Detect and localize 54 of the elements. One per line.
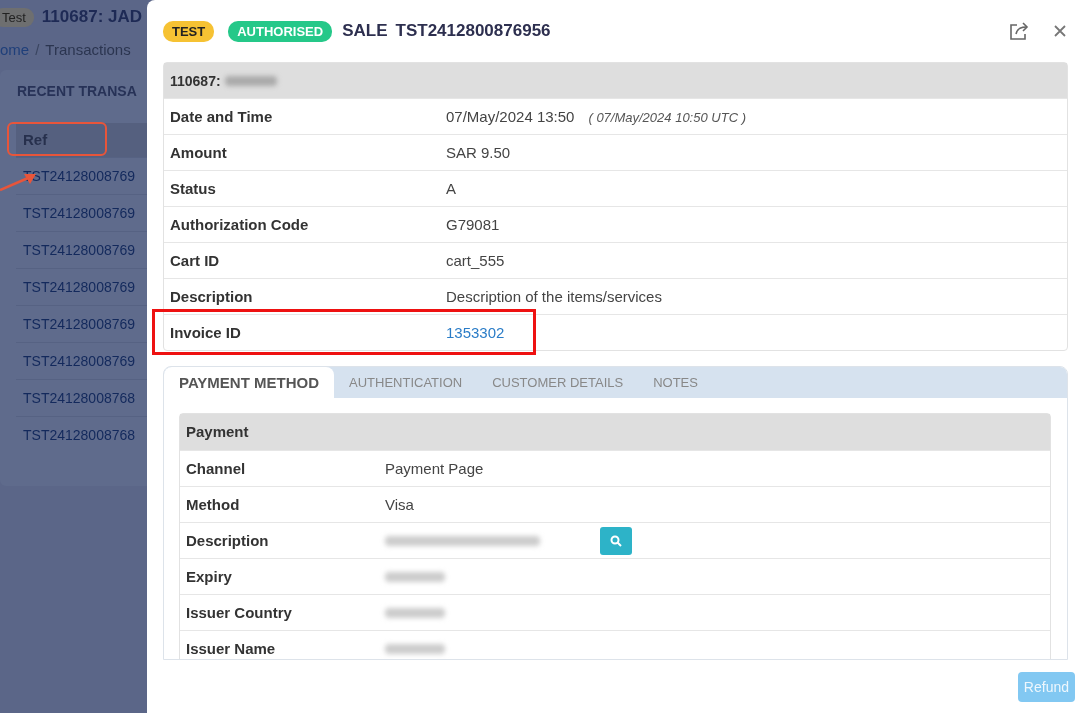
- ref-link[interactable]: TST24128008769: [23, 279, 136, 295]
- tab[interactable]: NOTES: [638, 367, 713, 398]
- tab[interactable]: PAYMENT METHOD: [164, 367, 334, 398]
- field-value: Visa: [385, 496, 414, 513]
- utc-note: ( 07/May/2024 10:50 UTC ): [588, 110, 746, 125]
- ref-link[interactable]: TST24128008768: [23, 390, 136, 406]
- status-badge: AUTHORISED: [228, 20, 333, 42]
- table-header: 110687:: [170, 72, 221, 89]
- field-label: Invoice ID: [169, 324, 242, 341]
- field-value: Description of the items/services: [446, 288, 662, 305]
- invoice-link[interactable]: 1353302: [446, 324, 505, 341]
- search-button[interactable]: [600, 526, 632, 555]
- field-label: Description: [169, 288, 254, 305]
- redacted-text: [385, 571, 445, 582]
- section-title: RECENT TRANSA: [17, 83, 138, 99]
- field-value: SAR 9.50: [446, 144, 511, 161]
- breadcrumb-separator: /: [35, 41, 40, 58]
- field-value: G79081: [446, 216, 500, 233]
- redacted-text: [385, 643, 445, 654]
- ref-link[interactable]: TST24128008768: [23, 427, 136, 443]
- tab[interactable]: CUSTOMER DETAILS: [477, 367, 639, 398]
- breadcrumb-link[interactable]: Transactions: [45, 41, 131, 58]
- field-label: Issuer Country: [185, 604, 293, 621]
- field-value: Payment Page: [385, 460, 484, 477]
- transaction-ref: TST2412800876956: [395, 21, 551, 41]
- tab[interactable]: AUTHENTICATION: [334, 367, 478, 398]
- table-header: Payment: [180, 414, 1050, 450]
- field-label: Expiry: [185, 568, 233, 585]
- status-badge: TEST: [163, 20, 215, 42]
- field-label: Method: [185, 496, 241, 513]
- field-label: Date and Time: [169, 108, 274, 125]
- search-icon: [610, 534, 622, 547]
- env-badge: Test: [0, 7, 34, 27]
- ref-link[interactable]: TST24128008769: [23, 205, 136, 221]
- close-icon[interactable]: [1054, 25, 1066, 37]
- field-label: Authorization Code: [169, 216, 310, 233]
- ref-link[interactable]: TST24128008769: [23, 353, 136, 369]
- field-label: Amount: [169, 144, 228, 161]
- field-label: Description: [185, 532, 270, 549]
- ref-link[interactable]: TST24128008769: [23, 168, 136, 184]
- page-title: 110687: JAD: [41, 7, 143, 27]
- breadcrumb-link[interactable]: ome: [0, 41, 30, 58]
- field-label: Channel: [185, 460, 247, 477]
- field-label: Cart ID: [169, 252, 221, 269]
- field-value: A: [446, 180, 456, 197]
- share-icon[interactable]: [1008, 21, 1030, 41]
- field-label: Issuer Name: [185, 640, 277, 657]
- ref-link[interactable]: TST24128008769: [23, 242, 136, 258]
- field-value: 07/May/2024 13:50: [446, 108, 575, 125]
- field-value: cart_555: [446, 252, 505, 269]
- field-label: Status: [169, 180, 217, 197]
- redacted-text: [385, 607, 445, 618]
- transaction-type: SALE: [342, 21, 388, 41]
- ref-link[interactable]: TST24128008769: [23, 316, 136, 332]
